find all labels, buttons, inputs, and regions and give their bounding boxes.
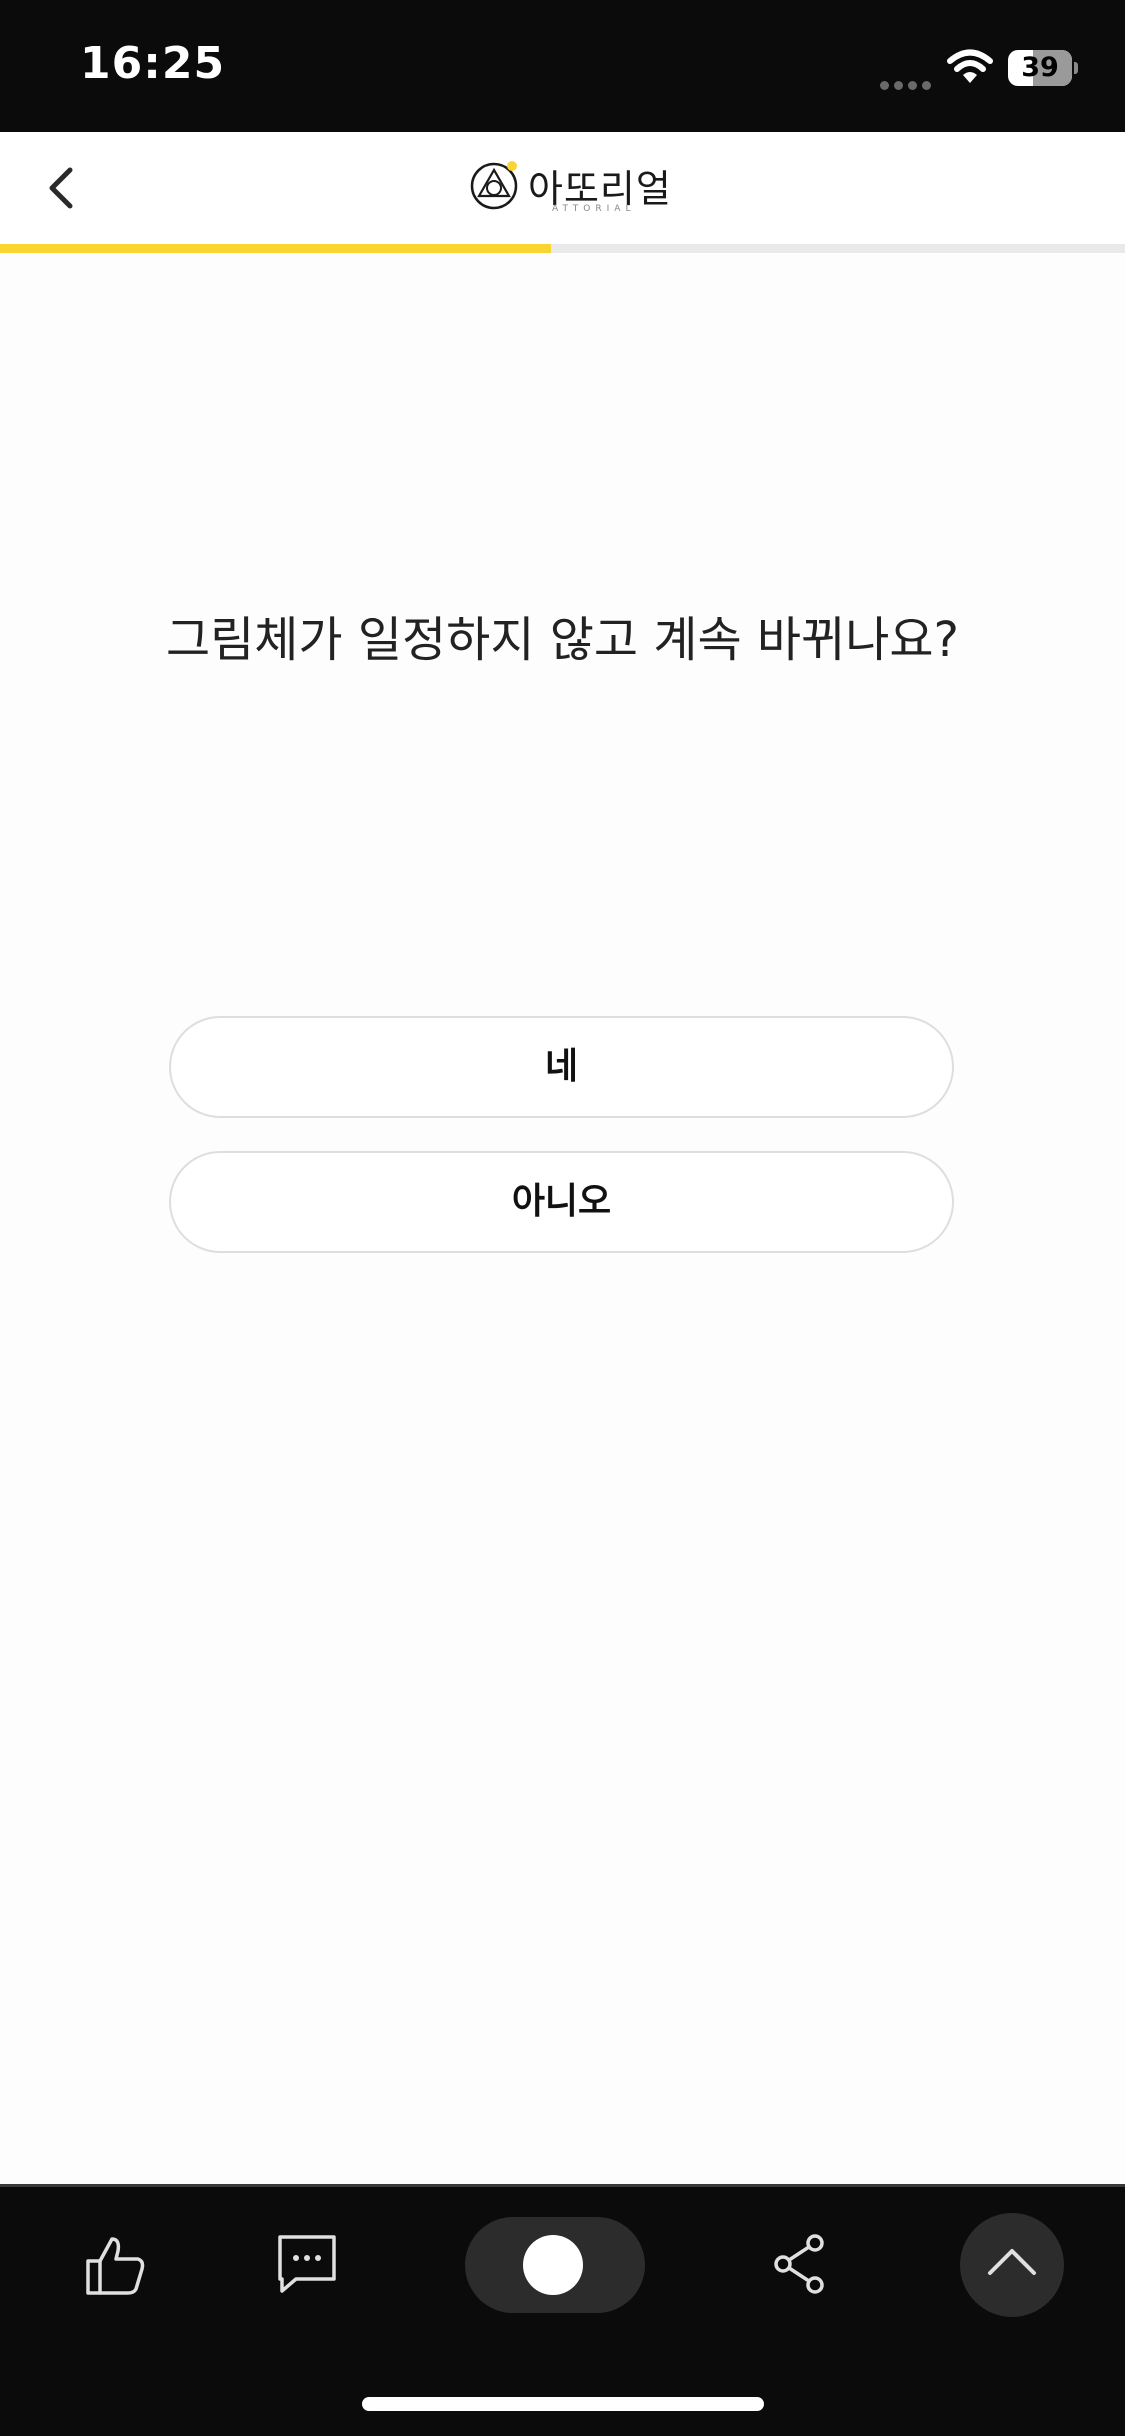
answer-yes-button[interactable]: 네: [169, 1016, 954, 1118]
signal-dots-icon: [880, 75, 936, 90]
header: 아또리얼 ATTORIAL: [0, 132, 1125, 244]
thumbs-up-icon[interactable]: [80, 2231, 150, 2301]
toggle-switch[interactable]: [465, 2217, 645, 2313]
battery-level: 39: [1021, 52, 1059, 83]
bottom-toolbar: [0, 2184, 1125, 2436]
progress-bar: [0, 244, 1125, 253]
answer-no-button[interactable]: 아니오: [169, 1151, 954, 1253]
question-text: 그림체가 일정하지 않고 계속 바뀌나요?: [165, 612, 960, 668]
back-button[interactable]: [30, 150, 106, 226]
chevron-left-icon: [49, 167, 73, 209]
logo-subtext: ATTORIAL: [552, 204, 636, 214]
battery-icon: 39: [1008, 50, 1078, 86]
battery-body: 39: [1008, 50, 1072, 86]
logo-mark-icon: [470, 161, 518, 210]
logo: 아또리얼 ATTORIAL: [470, 156, 671, 218]
progress-fill: [0, 244, 552, 253]
share-icon[interactable]: [765, 2229, 835, 2299]
battery-cap: [1074, 62, 1078, 74]
status-time: 16:25: [80, 38, 226, 89]
scroll-top-button[interactable]: [960, 2213, 1064, 2317]
home-indicator: [362, 2397, 764, 2411]
status-bar: 16:25 39: [0, 0, 1125, 132]
toggle-knob: [523, 2235, 583, 2295]
chevron-up-icon: [988, 2249, 1036, 2275]
comment-icon[interactable]: [272, 2229, 342, 2299]
wifi-icon: [947, 49, 993, 83]
